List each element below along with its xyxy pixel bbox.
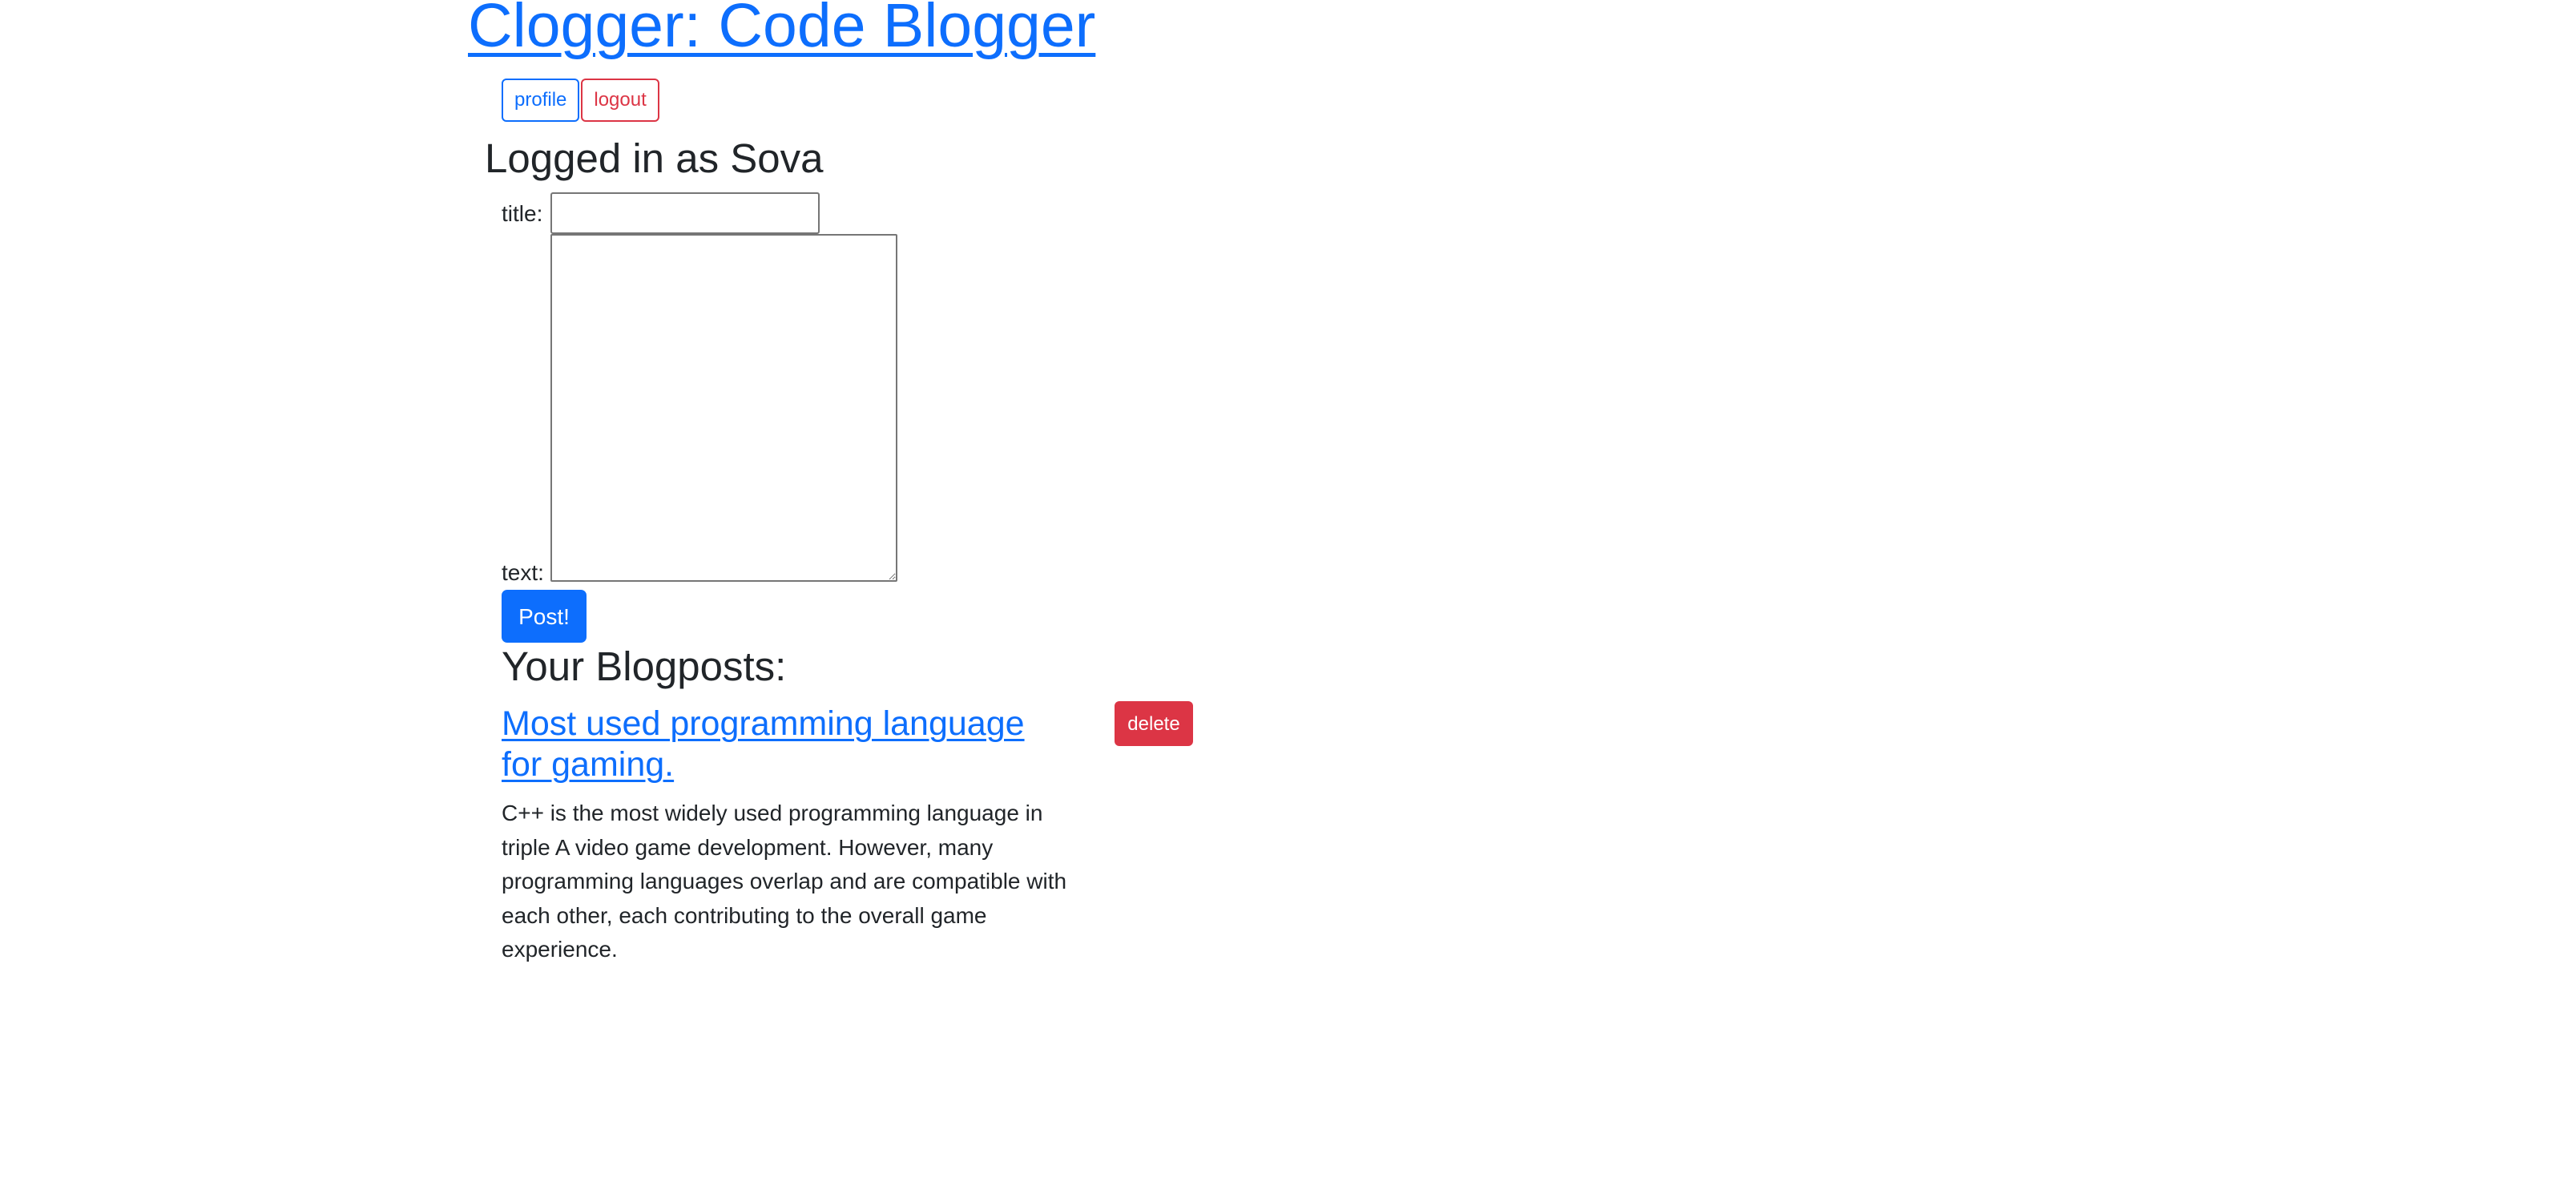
- page: Clogger: Code Blogger profile logout Log…: [0, 0, 2576, 1194]
- profile-button[interactable]: profile: [502, 79, 580, 122]
- title-input[interactable]: [550, 192, 820, 234]
- logout-button[interactable]: logout: [581, 79, 659, 122]
- site-title-link[interactable]: Clogger: Code Blogger: [468, 0, 1095, 63]
- blogpost-body: C++ is the most widely used programming …: [502, 801, 1067, 962]
- title-label: title:: [502, 201, 543, 226]
- logged-in-heading: Logged in as Sova: [485, 135, 824, 181]
- blogposts-heading: Your Blogposts:: [502, 643, 787, 689]
- blogpost-title-link[interactable]: Most used programming language for gamin…: [502, 704, 1062, 785]
- text-label: text:: [502, 560, 544, 585]
- text-area[interactable]: [550, 234, 897, 582]
- nav-bar: profile logout: [502, 79, 659, 122]
- post-button[interactable]: Post!: [502, 590, 587, 643]
- delete-button[interactable]: delete: [1115, 701, 1193, 746]
